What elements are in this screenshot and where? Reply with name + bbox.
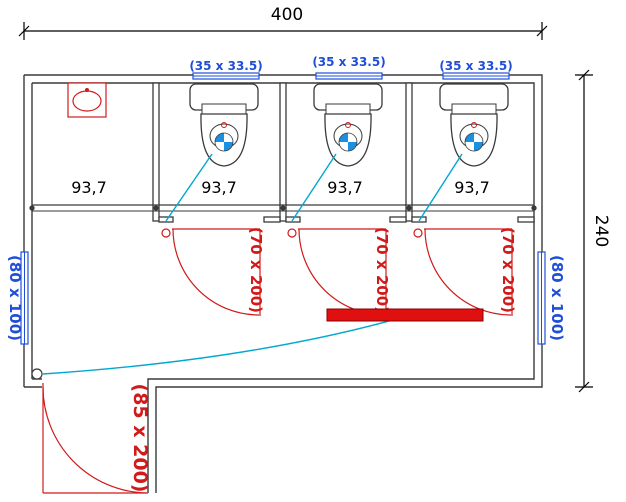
left-window-label: (80 x 100): [6, 255, 24, 341]
width-dimension: 400: [18, 5, 548, 40]
depth-label: 240: [591, 215, 611, 247]
stall-door: (70 x 200): [413, 227, 517, 316]
sink: [67, 82, 107, 118]
stall-door: (70 x 200): [287, 227, 391, 316]
toilet-window-label: (35 x 33.5): [312, 55, 385, 69]
toilet-window: (35 x 33.5): [312, 55, 386, 80]
room-area-label: 93,7: [454, 178, 490, 197]
stall-door: (70 x 200): [161, 227, 265, 316]
toilet: [189, 83, 259, 167]
toilet-window-label: (35 x 33.5): [189, 59, 262, 73]
toilet-window: (35 x 33.5): [189, 59, 263, 80]
right-side-window: (80 x 100): [537, 251, 566, 345]
depth-dimension: 240: [575, 69, 611, 393]
toilet: [439, 83, 509, 167]
main-door-label: (85 x 200): [129, 384, 151, 493]
floor-plan-drawing: 400 240 (35 x 33.5) (35 x 33.5) (35 x 33…: [6, 5, 611, 494]
floor-plan: 400 240 (35 x 33.5) (35 x 33.5) (35 x 33…: [0, 0, 626, 502]
room-area-label: 93,7: [201, 178, 237, 197]
toilet: [313, 83, 383, 167]
stall-door-label: (70 x 200): [247, 227, 265, 313]
left-side-window: (80 x 100): [6, 251, 29, 345]
toilet-window-label: (35 x 33.5): [439, 59, 512, 73]
bench: [326, 308, 484, 322]
toilet-window: (35 x 33.5): [439, 59, 513, 80]
stall-door-label: (70 x 200): [373, 227, 391, 313]
room-area-label: 93,7: [327, 178, 363, 197]
width-label: 400: [271, 5, 303, 25]
right-window-label: (80 x 100): [548, 255, 566, 341]
main-door: (85 x 200): [31, 368, 151, 494]
stall-door-label: (70 x 200): [499, 227, 517, 313]
room-area-label: 93,7: [71, 178, 107, 197]
